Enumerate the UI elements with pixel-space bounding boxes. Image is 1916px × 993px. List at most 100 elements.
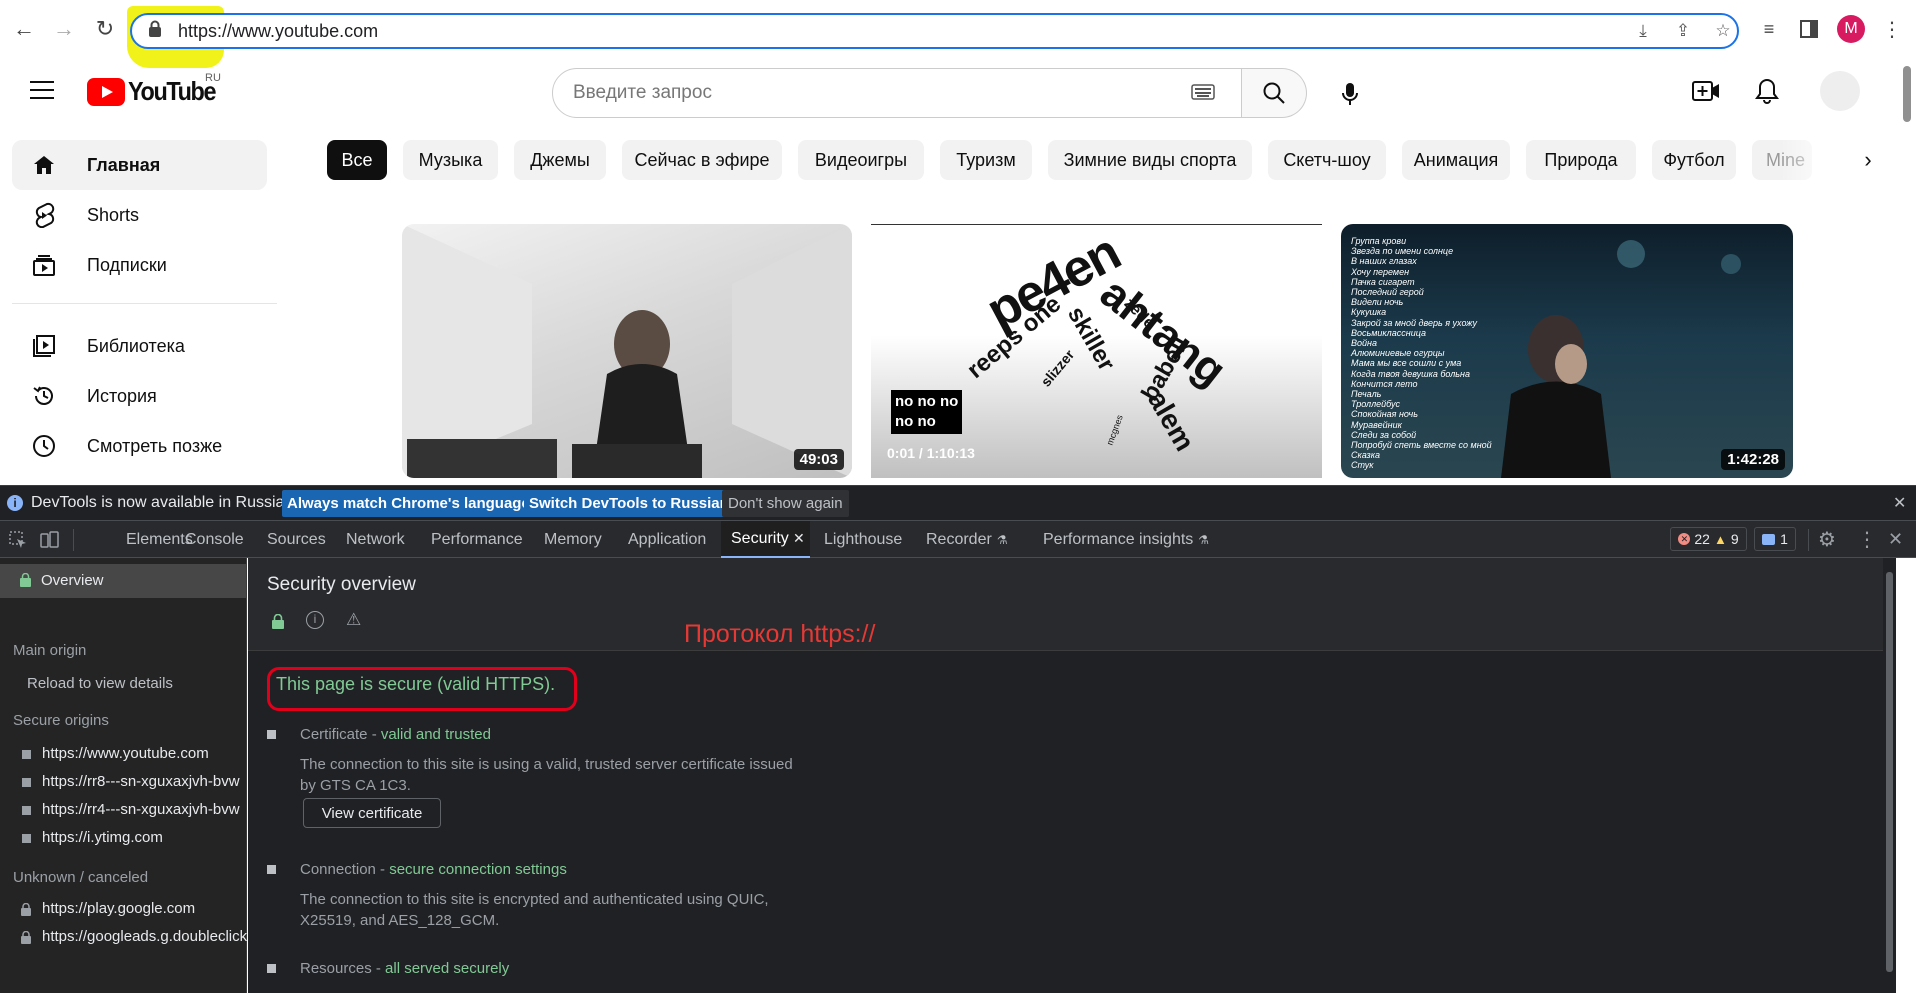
- address-bar[interactable]: https://www.youtube.com ⤓ ⇪ ☆: [130, 13, 1739, 49]
- video-thumbnail[interactable]: Группа крови Звезда по имени солнце В на…: [1341, 224, 1793, 478]
- tab-lighthouse[interactable]: Lighthouse: [814, 521, 912, 558]
- inspect-element-icon[interactable]: [9, 531, 27, 554]
- always-match-language-button[interactable]: Always match Chrome's language: [282, 490, 535, 517]
- security-overview-header: Security overview i ⚠ Протокол https://: [248, 558, 1896, 651]
- search-input[interactable]: Введите запрос: [573, 82, 712, 104]
- more-options-icon[interactable]: ⋮: [1857, 527, 1877, 552]
- song-title: Спокойная ночь: [1351, 409, 1418, 420]
- origin-item[interactable]: https://rr8---sn-xguxaxjvh-bvw: [42, 773, 247, 790]
- install-icon[interactable]: ⤓: [1632, 21, 1654, 43]
- issues-counter[interactable]: ✕ 22 ▲ 9: [1670, 527, 1747, 551]
- sidebar-item-watch-later[interactable]: Смотреть позже: [12, 421, 267, 471]
- section-bullet: [267, 964, 276, 973]
- song-title: Война: [1351, 338, 1377, 349]
- panel-scrollbar[interactable]: [1883, 558, 1896, 993]
- neutral-info-icon: i: [306, 611, 324, 629]
- song-title: Звезда по имени солнце: [1351, 246, 1454, 257]
- tab-divider: [73, 529, 74, 551]
- tab-performance-insights[interactable]: Performance insights ⚗: [1033, 521, 1219, 558]
- tab-memory[interactable]: Memory: [534, 521, 612, 558]
- reload-icon[interactable]: ↻: [91, 15, 119, 43]
- back-icon[interactable]: ←: [10, 15, 38, 43]
- search-button[interactable]: [1242, 68, 1307, 118]
- search-box[interactable]: Введите запрос: [552, 68, 1242, 118]
- chrome-menu-icon[interactable]: ⋮: [1878, 15, 1906, 43]
- chip[interactable]: Природа: [1526, 140, 1636, 180]
- chip[interactable]: Видеоигры: [798, 140, 924, 180]
- view-certificate-button[interactable]: View certificate: [303, 798, 441, 828]
- sidebar-item-home[interactable]: Главная: [12, 140, 267, 190]
- chip[interactable]: Футбол: [1652, 140, 1736, 180]
- scrollbar-thumb[interactable]: [1903, 66, 1911, 122]
- mic-button[interactable]: [1330, 74, 1370, 114]
- section-bullet: [267, 865, 276, 874]
- close-tab-icon[interactable]: ✕: [793, 530, 805, 547]
- chip[interactable]: Скетч-шоу: [1268, 140, 1386, 180]
- tab-network[interactable]: Network: [336, 521, 415, 558]
- tab-sources[interactable]: Sources: [257, 521, 336, 558]
- chevron-right-icon[interactable]: ›: [1848, 140, 1888, 180]
- info-icon: i: [7, 495, 23, 511]
- sidebar-item-library[interactable]: Библиотека: [12, 321, 267, 371]
- create-video-icon[interactable]: [1692, 80, 1720, 107]
- sidebar-item-shorts[interactable]: Shorts: [12, 190, 267, 240]
- secure-lock-icon: [272, 613, 284, 634]
- infobar-message: DevTools is now available in Russian!: [31, 494, 298, 511]
- switch-devtools-russian-button[interactable]: Switch DevTools to Russian: [524, 490, 734, 517]
- sidebar-item-subscriptions[interactable]: Подписки: [12, 240, 267, 290]
- origin-item[interactable]: https://play.google.com: [42, 900, 247, 917]
- url-text[interactable]: https://www.youtube.com: [178, 21, 378, 42]
- bookmark-star-icon[interactable]: ☆: [1712, 21, 1734, 43]
- chip[interactable]: Анимация: [1402, 140, 1510, 180]
- tab-application[interactable]: Application: [618, 521, 716, 558]
- origin-item[interactable]: https://i.ytimg.com: [42, 829, 247, 846]
- notifications-bell-icon[interactable]: [1755, 78, 1779, 109]
- lock-icon: [21, 902, 31, 921]
- share-icon[interactable]: ⇪: [1672, 21, 1694, 43]
- scrollbar-thumb[interactable]: [1886, 572, 1893, 972]
- sidebar-item-history[interactable]: История: [12, 371, 267, 421]
- settings-gear-icon[interactable]: ⚙: [1818, 527, 1836, 552]
- messages-counter[interactable]: 1: [1754, 527, 1796, 551]
- certificate-label: Certificate -: [300, 726, 381, 743]
- chip[interactable]: Джемы: [514, 140, 606, 180]
- library-icon: [30, 332, 58, 360]
- connection-description: The connection to this site is encrypted…: [300, 891, 769, 929]
- dont-show-again-button[interactable]: Don't show again: [722, 490, 849, 517]
- origin-item[interactable]: https://googleads.g.doubleclick: [42, 928, 247, 945]
- overview-label: Overview: [41, 572, 104, 589]
- video-thumbnail[interactable]: pe4en ahtang zede reeps one skiller sliz…: [871, 224, 1322, 478]
- reading-list-icon[interactable]: ≡: [1755, 15, 1783, 43]
- device-toolbar-icon[interactable]: [40, 531, 60, 554]
- song-title: Муравейник: [1351, 419, 1402, 430]
- page-scrollbar[interactable]: [1896, 62, 1916, 485]
- chip[interactable]: Сейчас в эфире: [622, 140, 782, 180]
- chip-all[interactable]: Все: [327, 140, 387, 180]
- song-title: Закрой за мной дверь я ухожу: [1351, 317, 1478, 328]
- tab-divider: [1808, 529, 1809, 551]
- tab-performance[interactable]: Performance: [421, 521, 533, 558]
- chip[interactable]: Музыка: [403, 140, 498, 180]
- close-infobar-icon[interactable]: ✕: [1893, 493, 1906, 513]
- tab-security[interactable]: Security ✕: [721, 521, 810, 558]
- tab-console[interactable]: Console: [175, 521, 254, 558]
- chip[interactable]: Зимние виды спорта: [1048, 140, 1252, 180]
- origin-item[interactable]: https://rr4---sn-xguxaxjvh-bvw: [42, 801, 247, 818]
- account-avatar[interactable]: [1820, 71, 1860, 111]
- reload-to-view-details[interactable]: Reload to view details: [27, 675, 173, 692]
- certificate-line: Certificate - valid and trusted: [300, 726, 491, 743]
- song-title: Хочу перемен: [1351, 266, 1410, 277]
- origin-item[interactable]: https://www.youtube.com: [42, 745, 247, 762]
- side-panel-icon[interactable]: [1795, 15, 1823, 43]
- close-devtools-icon[interactable]: ✕: [1888, 529, 1903, 550]
- profile-avatar[interactable]: M: [1837, 15, 1865, 43]
- keyboard-icon[interactable]: [1191, 84, 1215, 105]
- overview-item[interactable]: Overview: [0, 564, 246, 598]
- hamburger-menu-icon[interactable]: [30, 80, 54, 105]
- watch-later-icon: [30, 432, 58, 460]
- chip[interactable]: Туризм: [940, 140, 1032, 180]
- lock-icon[interactable]: [144, 20, 166, 42]
- video-thumbnail[interactable]: 49:03: [402, 224, 852, 478]
- tab-recorder[interactable]: Recorder ⚗: [916, 521, 1018, 558]
- forward-icon[interactable]: →: [50, 15, 78, 43]
